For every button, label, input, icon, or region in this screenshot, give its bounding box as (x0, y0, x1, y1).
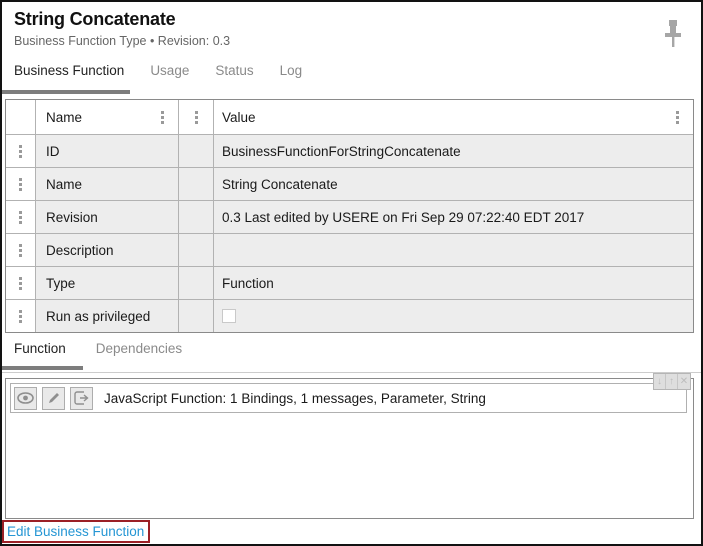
value-header-label: Value (222, 110, 256, 125)
pin-icon[interactable] (662, 19, 684, 49)
export-icon (74, 391, 90, 405)
table-row-revision: Revision 0.3 Last edited by USERE on Fri… (6, 200, 693, 233)
item-order-toolbar: ↓ ↑ ✕ (653, 373, 691, 390)
export-button[interactable] (70, 387, 93, 410)
row-mid-cell (179, 300, 214, 332)
active-sub-tab-underline (2, 366, 83, 370)
row-mid-cell (179, 234, 214, 266)
handle-column-header (6, 100, 36, 134)
tab-dependencies[interactable]: Dependencies (96, 341, 182, 356)
row-mid-cell (179, 135, 214, 167)
edit-icon (47, 391, 61, 405)
function-panel: JavaScript Function: 1 Bindings, 1 messa… (5, 378, 694, 519)
drag-handle-icon (19, 315, 22, 318)
properties-table: Name Value ID BusinessFunctionForStringC… (5, 99, 694, 333)
table-header-row: Name Value (6, 100, 693, 134)
annotation-highlight-box: Edit Business Function (2, 520, 150, 543)
drag-handle-icon (19, 183, 22, 186)
run-as-privileged-checkbox[interactable] (222, 309, 236, 323)
row-name-label: Revision (46, 210, 98, 225)
drag-handle-icon (19, 150, 22, 153)
value-column-menu-icon[interactable] (676, 116, 679, 119)
row-drag-handle[interactable] (6, 201, 36, 233)
close-icon[interactable]: ✕ (678, 374, 690, 389)
row-drag-handle[interactable] (6, 168, 36, 200)
value-column-header: Value (214, 100, 693, 134)
row-value-text: 0.3 Last edited by USERE on Fri Sep 29 0… (222, 210, 584, 225)
row-value-text: String Concatenate (222, 177, 338, 192)
page-subtitle: Business Function Type • Revision: 0.3 (14, 34, 230, 48)
row-name-label: ID (46, 144, 60, 159)
table-row-type: Type Function (6, 266, 693, 299)
tab-usage[interactable]: Usage (150, 63, 189, 78)
table-row-run-as-privileged: Run as privileged (6, 299, 693, 332)
active-tab-underline (2, 90, 130, 94)
row-name-label: Name (46, 177, 82, 192)
table-row-id: ID BusinessFunctionForStringConcatenate (6, 134, 693, 167)
view-icon (17, 392, 34, 404)
view-button[interactable] (14, 387, 37, 410)
function-item-label: JavaScript Function: 1 Bindings, 1 messa… (104, 391, 486, 406)
tab-log[interactable]: Log (280, 63, 303, 78)
table-row-name: Name String Concatenate (6, 167, 693, 200)
row-mid-cell (179, 267, 214, 299)
name-header-label: Name (46, 110, 82, 125)
row-name-label: Description (46, 243, 114, 258)
sub-tabs: Function Dependencies (14, 341, 182, 356)
table-row-description: Description (6, 233, 693, 266)
row-value-text: Function (222, 276, 274, 291)
page-title: String Concatenate (14, 9, 175, 30)
move-down-icon[interactable]: ↓ (654, 374, 666, 389)
row-mid-cell (179, 168, 214, 200)
row-name-label: Type (46, 276, 75, 291)
row-drag-handle[interactable] (6, 267, 36, 299)
function-list-item[interactable]: JavaScript Function: 1 Bindings, 1 messa… (10, 383, 687, 413)
detail-view-window: String Concatenate Business Function Typ… (0, 0, 703, 546)
row-drag-handle[interactable] (6, 234, 36, 266)
move-up-icon[interactable]: ↑ (666, 374, 678, 389)
tab-function[interactable]: Function (14, 341, 66, 356)
row-value-text: BusinessFunctionForStringConcatenate (222, 144, 461, 159)
tab-business-function[interactable]: Business Function (14, 63, 124, 78)
mid-column-header (179, 100, 214, 134)
row-mid-cell (179, 201, 214, 233)
drag-handle-icon (19, 249, 22, 252)
tab-status[interactable]: Status (215, 63, 253, 78)
row-drag-handle[interactable] (6, 135, 36, 167)
edit-business-function-link[interactable]: Edit Business Function (7, 524, 144, 539)
drag-handle-icon (19, 216, 22, 219)
edit-button[interactable] (42, 387, 65, 410)
mid-column-menu-icon[interactable] (195, 116, 198, 119)
row-drag-handle[interactable] (6, 300, 36, 332)
drag-handle-icon (19, 282, 22, 285)
name-column-menu-icon[interactable] (161, 116, 164, 119)
sub-tabs-divider (2, 372, 701, 373)
main-tabs: Business Function Usage Status Log (14, 63, 302, 78)
row-name-label: Run as privileged (46, 309, 150, 324)
name-column-header: Name (36, 100, 179, 134)
